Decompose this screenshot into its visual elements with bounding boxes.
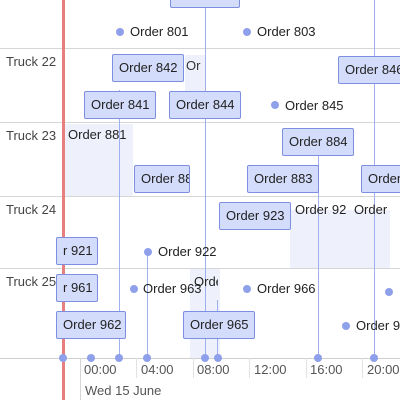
point-event-label[interactable]: Order 966 bbox=[257, 281, 316, 296]
axis-event-marker bbox=[59, 354, 67, 362]
event-label-text: Order 92 bbox=[295, 202, 347, 217]
axis-tick bbox=[193, 358, 194, 378]
point-event-marker[interactable] bbox=[243, 28, 251, 36]
point-event-label[interactable]: Order 845 bbox=[285, 98, 344, 113]
point-event-marker[interactable] bbox=[342, 322, 350, 330]
event-bar[interactable]: Order 841 bbox=[84, 91, 156, 119]
axis-tick bbox=[136, 358, 137, 378]
axis-event-marker bbox=[314, 354, 322, 362]
event-bar[interactable]: Order 965 bbox=[183, 311, 255, 339]
event-label[interactable]: Order 92 Order bbox=[295, 202, 387, 217]
event-bar[interactable]: Order 881 bbox=[68, 124, 127, 146]
point-event-marker[interactable] bbox=[144, 248, 152, 256]
time-tick-label: 00:00 bbox=[84, 362, 117, 377]
axis-event-marker bbox=[87, 354, 95, 362]
row-separator bbox=[0, 196, 400, 197]
event-label-text: Order bbox=[353, 202, 388, 217]
event-bar[interactable]: Order 962 bbox=[56, 311, 126, 339]
axis-event-marker bbox=[115, 354, 123, 362]
point-event-marker[interactable] bbox=[116, 28, 124, 36]
point-event-marker[interactable] bbox=[385, 288, 393, 296]
event-label-clipped[interactable]: Or bbox=[186, 55, 204, 77]
connector-line bbox=[147, 252, 148, 358]
event-bar[interactable]: Order bbox=[361, 165, 400, 193]
event-bar[interactable]: Order 842 bbox=[112, 54, 184, 82]
point-event-label[interactable]: Order 803 bbox=[257, 24, 316, 39]
event-bar[interactable]: Order 923 bbox=[219, 202, 291, 230]
axis-event-marker bbox=[201, 354, 209, 362]
event-bar[interactable]: Order 844 bbox=[169, 91, 241, 119]
point-event-marker[interactable] bbox=[243, 285, 251, 293]
axis-tick bbox=[306, 358, 307, 378]
event-bar[interactable]: Order 884 bbox=[282, 128, 354, 156]
time-tick-label: 20:00 bbox=[367, 362, 400, 377]
event-bar[interactable]: Order 883 bbox=[247, 165, 319, 193]
row-separator bbox=[0, 48, 400, 49]
current-time-indicator bbox=[62, 0, 65, 400]
event-bar[interactable]: Order 88 bbox=[134, 165, 190, 193]
axis-tick bbox=[249, 358, 250, 378]
connector-line bbox=[205, 0, 206, 358]
resource-label-truck-24: Truck 24 bbox=[6, 202, 57, 217]
time-tick-label: 04:00 bbox=[141, 362, 174, 377]
resource-label-truck-25: Truck 25 bbox=[6, 274, 57, 289]
time-tick-label: 08:00 bbox=[197, 362, 230, 377]
time-tick-label: 12:00 bbox=[254, 362, 287, 377]
axis-event-marker bbox=[143, 354, 151, 362]
event-shade bbox=[290, 210, 390, 268]
event-bar[interactable]: r 921 bbox=[56, 237, 98, 265]
point-event-label[interactable]: Order 963 bbox=[143, 281, 202, 296]
resource-label-truck-22: Truck 22 bbox=[6, 54, 57, 69]
row-separator bbox=[0, 122, 400, 123]
time-tick-label: 16:00 bbox=[310, 362, 343, 377]
timeline-scheduler: Truck 22 Truck 23 Truck 24 Truck 25 Orde… bbox=[0, 0, 400, 400]
point-event-label[interactable]: Order 9 bbox=[356, 318, 400, 333]
event-label-clipped[interactable]: Orde bbox=[194, 271, 218, 293]
row-separator bbox=[0, 268, 400, 269]
point-event-marker[interactable] bbox=[130, 285, 138, 293]
point-event-label[interactable]: Order 922 bbox=[158, 244, 217, 259]
axis-tick bbox=[362, 358, 363, 378]
point-event-label[interactable]: Order 801 bbox=[130, 24, 189, 39]
date-label: Wed 15 June bbox=[85, 383, 162, 398]
event-bar[interactable]: Order 846 bbox=[338, 56, 400, 84]
resource-label-truck-23: Truck 23 bbox=[6, 128, 57, 143]
axis-event-marker bbox=[214, 354, 222, 362]
axis-tick bbox=[80, 358, 81, 400]
event-bar-partial-top[interactable] bbox=[170, 0, 240, 8]
axis-event-marker bbox=[370, 354, 378, 362]
event-bar[interactable]: r 961 bbox=[56, 274, 98, 302]
point-event-marker[interactable] bbox=[271, 101, 279, 109]
